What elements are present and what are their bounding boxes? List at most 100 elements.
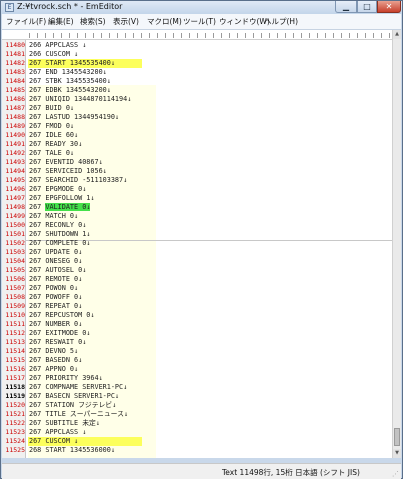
line-text: 267 EPGMODE 0↓	[29, 185, 87, 193]
line-number: 11487	[5, 104, 25, 112]
line-text: 267 FMOD 0↓	[29, 122, 75, 130]
ruler-tick	[77, 33, 78, 38]
line-text: 267 COMPLETE 0↓	[29, 239, 91, 247]
editor-line: 11523 267 APPCLASS ↓	[2, 428, 392, 437]
editor-line: 11481 266 CUSCOM ↓	[2, 50, 392, 59]
ruler-tick	[245, 33, 246, 38]
line-number: 11516	[5, 365, 25, 373]
editor-line: 11513 267 RESWAIT 0↓	[2, 338, 392, 347]
line-text: 267 RECONLY 0↓	[29, 221, 87, 229]
ruler-tick	[93, 33, 94, 38]
scroll-down-arrow-icon[interactable]: ▼	[393, 449, 401, 458]
editor-line: 11490 267 IDLE 60↓	[2, 131, 392, 140]
ruler-tick	[317, 33, 318, 38]
text-editor[interactable]: 11480 266 APPCLASS ↓ 11481 266 CUSCOM ↓ 11…	[2, 30, 392, 458]
menu-search[interactable]: 検索(S)	[80, 16, 106, 27]
editor-line: 11508 267 POWOFF 0↓	[2, 293, 392, 302]
line-text: 267 EVENTID 40867↓	[29, 158, 103, 166]
ruler-tick	[125, 33, 126, 38]
close-button[interactable]: ✕	[377, 1, 401, 13]
menu-window[interactable]: ウィンドウ(W)	[219, 16, 270, 27]
line-number: 11525	[5, 446, 25, 454]
line-number: 11482	[5, 59, 25, 67]
ruler-tick	[205, 33, 206, 38]
menu-macro[interactable]: マクロ(M)	[147, 16, 182, 27]
menu-file[interactable]: ファイル(F)	[6, 16, 46, 27]
ruler-tick	[301, 33, 302, 38]
editor-line: 11516 267 APPNO 0↓	[2, 365, 392, 374]
line-number: 11500	[5, 221, 25, 229]
line-number: 11512	[5, 329, 25, 337]
ruler-tick	[349, 33, 350, 38]
editor-line: 11486 267 UNIQID 1344870114194↓	[2, 95, 392, 104]
scroll-thumb[interactable]	[394, 428, 400, 446]
editor-line: 11491 267 READY 30↓	[2, 140, 392, 149]
scroll-up-arrow-icon[interactable]: ▲	[393, 30, 401, 39]
line-text: 267 SERVICEID 1056↓	[29, 167, 107, 175]
editor-line: 11514 267 DEVNO 5↓	[2, 347, 392, 356]
ruler-tick	[277, 33, 278, 38]
line-number: 11491	[5, 140, 25, 148]
ruler-tick	[181, 33, 182, 38]
line-text: 267 BUID 0↓	[29, 104, 75, 112]
editor-line: 11504 267 ONESEG 0↓	[2, 257, 392, 266]
menu-tools[interactable]: ツール(T)	[183, 16, 216, 27]
line-text: 267 END 1345543200↓	[29, 68, 107, 76]
menu-view[interactable]: 表示(V)	[113, 16, 139, 27]
editor-line: 11501 267 SHUTDOWN 1↓	[2, 230, 392, 239]
editor-line: 11487 267 BUID 0↓	[2, 104, 392, 113]
ruler-tick	[53, 33, 54, 38]
emeditor-window: E Z:¥tvrock.sch * - EmEditor ▁ □ ✕ ファイル(…	[0, 0, 403, 479]
ruler-tick	[165, 33, 166, 38]
editor-line: 11517 267 PRIORITY 3964↓	[2, 374, 392, 383]
line-number: 11505	[5, 266, 25, 274]
line-text: 267 CUSCOM ↓	[29, 437, 79, 445]
editor-line: 11500 267 RECONLY 0↓	[2, 221, 392, 230]
menu-bar: ファイル(F) 編集(E) 検索(S) 表示(V) マクロ(M) ツール(T) …	[2, 14, 401, 30]
ruler-tick	[229, 33, 230, 38]
emeditor-app-icon[interactable]: E	[5, 3, 14, 12]
menu-help[interactable]: ヘルプ(H)	[264, 16, 298, 27]
resize-grip-icon[interactable]: ⋰	[392, 470, 400, 478]
line-number: 11498	[5, 203, 25, 211]
ruler-tick	[221, 33, 222, 38]
line-number: 11514	[5, 347, 25, 355]
line-prefix: 267	[29, 203, 46, 211]
ruler-tick	[37, 33, 38, 38]
line-text: 267 SHUTDOWN 1↓	[29, 230, 91, 238]
line-text: 267 PRIORITY 3964↓	[29, 374, 103, 382]
line-number: 11499	[5, 212, 25, 220]
maximize-button[interactable]: □	[357, 1, 377, 13]
vertical-scrollbar[interactable]: ▲ ▼	[392, 30, 401, 458]
window-title: Z:¥tvrock.sch * - EmEditor	[17, 2, 123, 11]
line-text: 267 AUTOSEL 0↓	[29, 266, 87, 274]
editor-line: 11511 267 NUMBER 0↓	[2, 320, 392, 329]
line-number: 11494	[5, 167, 25, 175]
line-text: 267 RESWAIT 0↓	[29, 338, 87, 346]
line-text: 267 UNIQID 1344870114194↓	[29, 95, 132, 103]
editor-line: 11518 267 COMPNAME SERVER1-PC↓	[2, 383, 392, 392]
editor-line: 11524 267 CUSCOM ↓	[2, 437, 392, 446]
minimize-button[interactable]: ▁	[335, 1, 357, 13]
line-text: 267 MATCH 0↓	[29, 212, 79, 220]
line-number: 11486	[5, 95, 25, 103]
ruler-tick	[149, 33, 150, 38]
line-text: 267 REPCUSTOM 0↓	[29, 311, 95, 319]
line-number: 11517	[5, 374, 25, 382]
line-text: 267 SUBTITLE 未定↓	[29, 419, 100, 427]
title-bar[interactable]: E Z:¥tvrock.sch * - EmEditor ▁ □ ✕	[1, 1, 402, 14]
ruler-tick	[285, 33, 286, 38]
ruler-tick	[45, 33, 46, 38]
line-text: 267 VALIDATE 0↓	[29, 203, 91, 212]
line-text: 267 STATION フジテレビ↓	[29, 401, 117, 409]
editor-line: 11505 267 AUTOSEL 0↓	[2, 266, 392, 275]
menu-edit[interactable]: 編集(E)	[48, 16, 74, 27]
line-number: 11510	[5, 311, 25, 319]
editor-line: 11480 266 APPCLASS ↓	[2, 41, 392, 50]
editor-line: 11489 267 FMOD 0↓	[2, 122, 392, 131]
editor-line: 11499 267 MATCH 0↓	[2, 212, 392, 221]
editor-line: 11495 267 SEARCHID -511103387↓	[2, 176, 392, 185]
editor-line: 11506 267 REMOTE 0↓	[2, 275, 392, 284]
line-text: 267 APPCLASS ↓	[29, 428, 87, 436]
ruler-tick	[341, 33, 342, 38]
